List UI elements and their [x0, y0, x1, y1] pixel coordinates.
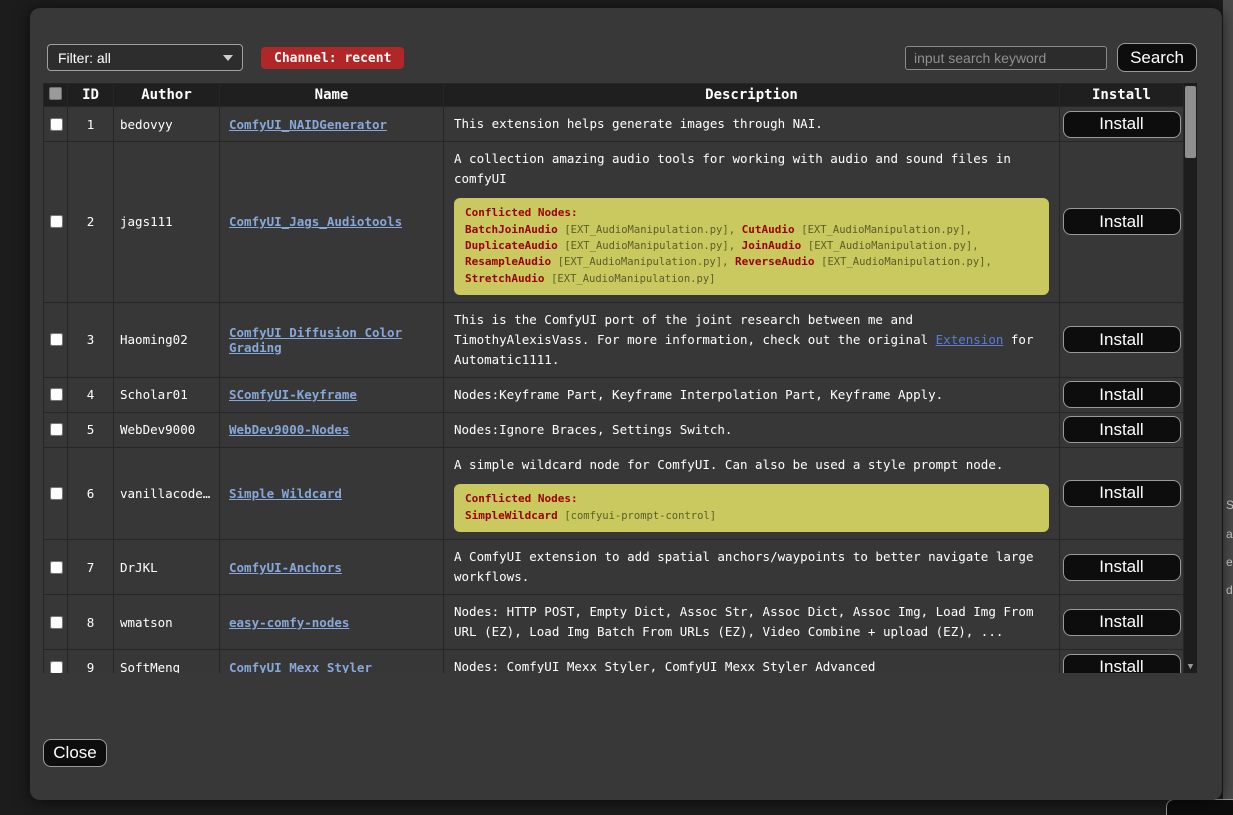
install-button[interactable]: Install: [1063, 654, 1181, 673]
close-button[interactable]: Close: [43, 739, 107, 767]
table-row: 2 jags111 ComfyUI_Jags_Audiotools A coll…: [44, 142, 1184, 303]
row-author: DrJKL: [115, 560, 218, 575]
install-button[interactable]: Install: [1063, 416, 1181, 443]
row-id: 9: [68, 650, 114, 673]
row-checkbox[interactable]: [50, 388, 63, 401]
conflict-items: BatchJoinAudio [EXT_AudioManipulation.py…: [465, 222, 1038, 287]
row-description: Nodes:Ignore Braces, Settings Switch.: [454, 422, 732, 437]
row-description: Nodes: HTTP POST, Empty Dict, Assoc Str,…: [454, 604, 1033, 639]
table-row: 6 vanillacode314 Simple Wildcard A simpl…: [44, 447, 1184, 539]
custom-nodes-table-container: ID Author Name Description Install 1 bed…: [43, 83, 1197, 673]
node-name-link[interactable]: ComfyUI-Anchors: [229, 560, 342, 575]
table-row: 5 WebDev9000 WebDev9000-Nodes Nodes:Igno…: [44, 412, 1184, 447]
description-extension-link[interactable]: Extension: [936, 332, 1004, 347]
row-checkbox[interactable]: [50, 423, 63, 436]
row-description: A collection amazing audio tools for wor…: [454, 151, 1011, 186]
table-row: 8 wmatson easy-comfy-nodes Nodes: HTTP P…: [44, 595, 1184, 650]
row-description: A ComfyUI extension to add spatial ancho…: [454, 549, 1033, 584]
install-custom-nodes-dialog: Filter: all Channel: recent Search ID Au…: [30, 8, 1222, 800]
background-text-fragment: a: [1226, 527, 1233, 541]
row-id: 7: [68, 540, 114, 595]
table-scrollbar[interactable]: ▼: [1184, 83, 1197, 673]
row-author: SoftMeng: [115, 660, 218, 673]
row-checkbox[interactable]: [50, 215, 63, 228]
install-button[interactable]: Install: [1063, 111, 1181, 138]
row-id: 5: [68, 412, 114, 447]
row-description: Nodes: ComfyUI Mexx Styler, ComfyUI Mexx…: [454, 659, 875, 673]
filter-select[interactable]: Filter: all: [47, 44, 243, 71]
table-row: 9 SoftMeng ComfyUI_Mexx_Styler Nodes: Co…: [44, 650, 1184, 673]
node-name-link[interactable]: WebDev9000-Nodes: [229, 422, 349, 437]
row-checkbox[interactable]: [50, 487, 63, 500]
row-author: Scholar01: [115, 387, 218, 402]
table-row: 7 DrJKL ComfyUI-Anchors A ComfyUI extens…: [44, 540, 1184, 595]
row-checkbox[interactable]: [50, 616, 63, 629]
node-name-link[interactable]: ComfyUI Diffusion Color Grading: [229, 325, 402, 355]
row-id: 2: [68, 142, 114, 303]
row-description: Nodes:Keyframe Part, Keyframe Interpolat…: [454, 387, 943, 402]
conflict-title: Conflicted Nodes:: [465, 492, 1038, 505]
row-description: This is the ComfyUI port of the joint re…: [454, 312, 936, 347]
row-author: wmatson: [115, 615, 218, 630]
row-author: Haoming02: [115, 332, 218, 347]
conflicted-nodes-box: Conflicted Nodes: SimpleWildcard [comfyu…: [454, 484, 1049, 532]
background-menu-edge: [1223, 0, 1233, 815]
page-background: S a e d Filter: all Channel: recent Sear…: [0, 0, 1233, 815]
column-header-description: Description: [444, 84, 1060, 107]
install-button[interactable]: Install: [1063, 609, 1181, 636]
row-id: 3: [68, 302, 114, 377]
row-description: A simple wildcard node for ComfyUI. Can …: [454, 457, 1003, 472]
custom-nodes-table: ID Author Name Description Install 1 bed…: [43, 83, 1184, 673]
install-button[interactable]: Install: [1063, 326, 1181, 353]
table-scrollbar-thumb[interactable]: [1185, 86, 1196, 158]
background-button-fragment[interactable]: [1166, 799, 1233, 815]
table-header-row: ID Author Name Description Install: [44, 84, 1184, 107]
table-row: 4 Scholar01 SComfyUI-Keyframe Nodes:Keyf…: [44, 377, 1184, 412]
row-description: This extension helps generate images thr…: [454, 116, 823, 131]
row-id: 1: [68, 107, 114, 142]
select-all-checkbox[interactable]: [49, 87, 62, 100]
background-text-fragment: S: [1226, 498, 1233, 512]
background-text-fragment: e: [1226, 555, 1233, 569]
column-header-install: Install: [1060, 84, 1184, 107]
node-name-link[interactable]: ComfyUI_Mexx_Styler: [229, 660, 372, 673]
node-name-link[interactable]: ComfyUI_NAIDGenerator: [229, 117, 387, 132]
chevron-down-icon: [223, 55, 233, 61]
install-button[interactable]: Install: [1063, 480, 1181, 507]
conflicted-nodes-box: Conflicted Nodes: BatchJoinAudio [EXT_Au…: [454, 198, 1049, 295]
row-author: WebDev9000: [115, 422, 218, 437]
table-row: 1 bedovyy ComfyUI_NAIDGenerator This ext…: [44, 107, 1184, 142]
filter-select-label: Filter: all: [58, 50, 111, 66]
column-header-author: Author: [114, 84, 220, 107]
row-checkbox[interactable]: [50, 333, 63, 346]
column-header-name: Name: [220, 84, 444, 107]
table-row: 3 Haoming02 ComfyUI Diffusion Color Grad…: [44, 302, 1184, 377]
channel-button[interactable]: Channel: recent: [261, 47, 404, 69]
node-name-link[interactable]: Simple Wildcard: [229, 486, 342, 501]
search-button[interactable]: Search: [1117, 43, 1197, 72]
row-checkbox[interactable]: [50, 561, 63, 574]
row-author: bedovyy: [115, 117, 218, 132]
install-button[interactable]: Install: [1063, 554, 1181, 581]
node-name-link[interactable]: SComfyUI-Keyframe: [229, 387, 357, 402]
install-button[interactable]: Install: [1063, 381, 1181, 408]
conflict-items: SimpleWildcard [comfyui-prompt-control]: [465, 508, 1038, 524]
background-text-fragment: d: [1226, 583, 1233, 597]
row-author: jags111: [115, 214, 218, 229]
row-checkbox[interactable]: [50, 661, 63, 673]
row-author: vanillacode314: [115, 486, 218, 501]
search-input[interactable]: [905, 46, 1107, 70]
row-checkbox[interactable]: [50, 118, 63, 131]
row-id: 4: [68, 377, 114, 412]
install-button[interactable]: Install: [1063, 208, 1181, 235]
conflict-title: Conflicted Nodes:: [465, 206, 1038, 219]
row-id: 8: [68, 595, 114, 650]
scroll-down-arrow[interactable]: ▼: [1184, 662, 1197, 672]
column-header-id: ID: [68, 84, 114, 107]
node-name-link[interactable]: ComfyUI_Jags_Audiotools: [229, 214, 402, 229]
node-name-link[interactable]: easy-comfy-nodes: [229, 615, 349, 630]
row-id: 6: [68, 447, 114, 539]
